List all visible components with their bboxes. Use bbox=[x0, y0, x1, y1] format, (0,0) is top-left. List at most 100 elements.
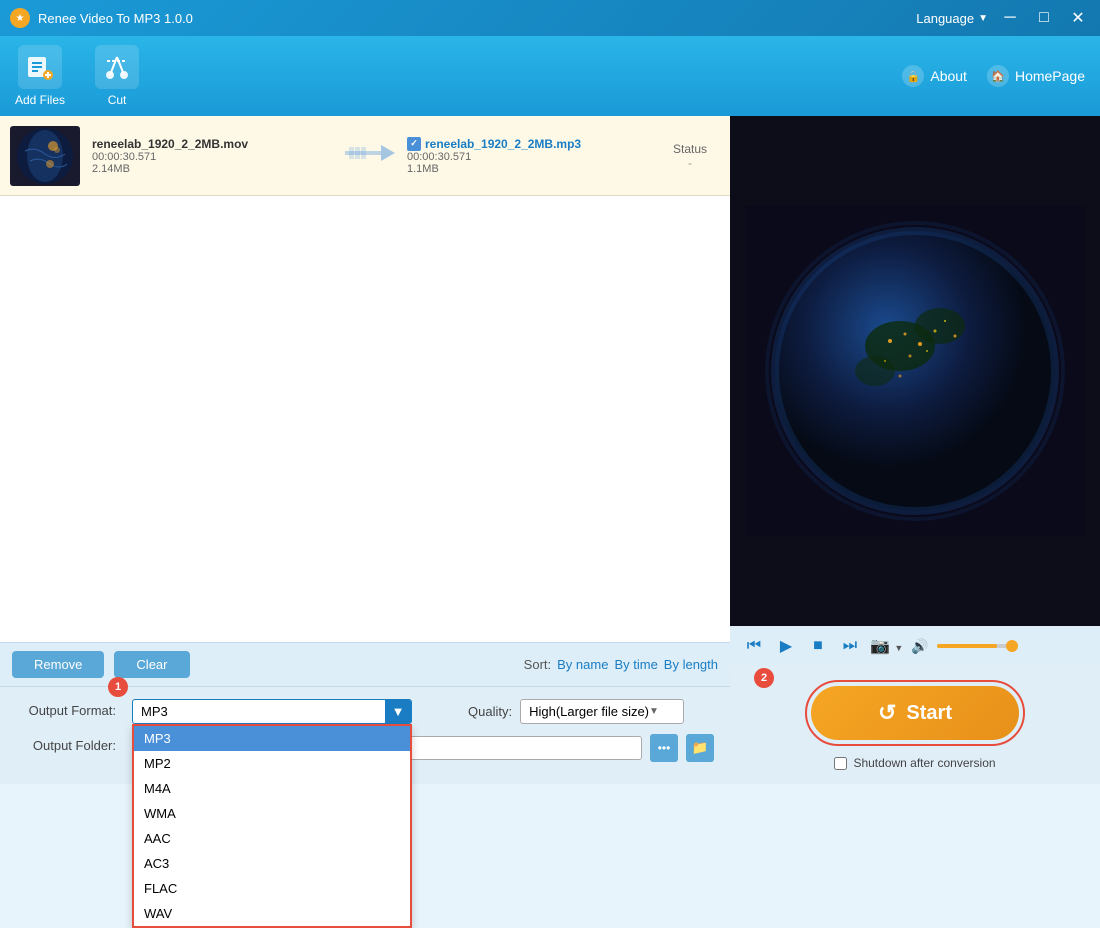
file-info: reneelab_1920_2_2MB.mov 00:00:30.571 2.1… bbox=[92, 137, 333, 175]
add-files-label: Add Files bbox=[15, 93, 65, 107]
shutdown-row: Shutdown after conversion bbox=[834, 756, 995, 770]
source-duration: 00:00:30.571 bbox=[92, 151, 333, 163]
step1-badge: 1 bbox=[108, 677, 128, 697]
dots-icon: ••• bbox=[658, 741, 671, 755]
maximize-button[interactable]: □ bbox=[1032, 6, 1056, 30]
format-option-mp2[interactable]: MP2 bbox=[134, 751, 410, 776]
quality-select[interactable]: High(Larger file size) ▼ bbox=[520, 699, 684, 724]
start-label: Start bbox=[906, 702, 952, 725]
shutdown-label: Shutdown after conversion bbox=[853, 756, 995, 770]
toolbar: Add Files Cut 🔒 About 🏠 HomePage bbox=[0, 36, 1100, 116]
convert-arrow-icon bbox=[345, 141, 395, 171]
output-settings: 1 Output Format: MP3 ▼ MP3 MP2 M4A WMA bbox=[0, 686, 730, 784]
add-files-button[interactable]: Add Files bbox=[15, 45, 65, 107]
format-dropdown-arrow: ▼ bbox=[385, 700, 411, 723]
camera-dropdown-arrow: ▼ bbox=[894, 643, 903, 653]
sort-by-length-link[interactable]: By length bbox=[664, 657, 718, 672]
status-column: Status - bbox=[660, 142, 720, 170]
cut-icon bbox=[95, 45, 139, 89]
screenshot-button[interactable]: 📷 ▼ bbox=[870, 636, 903, 656]
play-button[interactable]: ▶ bbox=[774, 634, 798, 658]
language-button[interactable]: Language ▼ bbox=[916, 11, 988, 26]
media-controls: ⏮ ▶ ■ ⏭ 📷 ▼ 🔊 bbox=[730, 626, 1100, 666]
format-label: Output Format: bbox=[16, 699, 116, 718]
format-option-wma[interactable]: WMA bbox=[134, 801, 410, 826]
about-label: About bbox=[930, 68, 967, 84]
language-label: Language bbox=[916, 11, 974, 26]
shutdown-checkbox[interactable] bbox=[834, 757, 847, 770]
volume-slider[interactable] bbox=[937, 644, 1017, 648]
start-button[interactable]: ↺ Start bbox=[811, 686, 1019, 740]
output-filesize: 1.1MB bbox=[407, 163, 648, 175]
sort-by-time-link[interactable]: By time bbox=[614, 657, 657, 672]
homepage-button[interactable]: 🏠 HomePage bbox=[987, 65, 1085, 87]
source-filename: reneelab_1920_2_2MB.mov bbox=[92, 137, 333, 151]
format-option-ac3[interactable]: AC3 bbox=[134, 851, 410, 876]
status-value: - bbox=[660, 156, 720, 170]
quality-dropdown-arrow: ▼ bbox=[649, 706, 659, 717]
format-option-mp3[interactable]: MP3 bbox=[134, 726, 410, 751]
app-title: Renee Video To MP3 1.0.0 bbox=[38, 11, 193, 26]
format-option-wav[interactable]: WAV bbox=[134, 901, 410, 926]
open-folder-button[interactable]: 📁 bbox=[686, 734, 714, 762]
volume-handle bbox=[1006, 640, 1018, 652]
output-filename: ✓ reneelab_1920_2_2MB.mp3 bbox=[407, 137, 648, 151]
home-icon: 🏠 bbox=[987, 65, 1009, 87]
add-files-icon bbox=[18, 45, 62, 89]
quality-selected-text: High(Larger file size) bbox=[529, 704, 649, 719]
main-area: reneelab_1920_2_2MB.mov 00:00:30.571 2.1… bbox=[0, 116, 1100, 784]
title-right: Language ▼ ─ □ ✕ bbox=[916, 6, 1090, 30]
volume-icon: 🔊 bbox=[911, 638, 928, 655]
right-panel: ⏮ ▶ ■ ⏭ 📷 ▼ 🔊 2 ↺ Start bbox=[730, 116, 1100, 784]
left-panel: reneelab_1920_2_2MB.mov 00:00:30.571 2.1… bbox=[0, 116, 730, 784]
file-thumbnail bbox=[10, 126, 80, 186]
sort-by-name-link[interactable]: By name bbox=[557, 657, 608, 672]
source-filesize: 2.14MB bbox=[92, 163, 333, 175]
right-bottom: 2 ↺ Start Shutdown after conversion bbox=[730, 666, 1100, 784]
status-label: Status bbox=[660, 142, 720, 156]
about-button[interactable]: 🔒 About bbox=[902, 65, 967, 87]
selected-format-text: MP3 bbox=[141, 704, 168, 719]
refresh-icon: ↺ bbox=[878, 700, 896, 726]
clear-button[interactable]: Clear bbox=[114, 651, 189, 678]
folder-icon: 📁 bbox=[692, 740, 709, 756]
format-dropdown-list: MP3 MP2 M4A WMA AAC AC3 FLAC WAV bbox=[132, 724, 412, 928]
minimize-button[interactable]: ─ bbox=[998, 6, 1022, 30]
title-bar: ★ Renee Video To MP3 1.0.0 Language ▼ ─ … bbox=[0, 0, 1100, 36]
format-option-m4a[interactable]: M4A bbox=[134, 776, 410, 801]
start-button-wrapper: 2 ↺ Start bbox=[744, 680, 1086, 746]
format-select-display[interactable]: MP3 ▼ bbox=[132, 699, 412, 724]
format-option-flac[interactable]: FLAC bbox=[134, 876, 410, 901]
output-duration: 00:00:30.571 bbox=[407, 151, 648, 163]
folder-label: Output Folder: bbox=[16, 734, 116, 753]
homepage-label: HomePage bbox=[1015, 68, 1085, 84]
file-list: reneelab_1920_2_2MB.mov 00:00:30.571 2.1… bbox=[0, 116, 730, 642]
earth-preview bbox=[745, 206, 1085, 536]
app-icon: ★ bbox=[10, 8, 30, 28]
close-button[interactable]: ✕ bbox=[1066, 6, 1090, 30]
skip-forward-button[interactable]: ⏭ bbox=[838, 634, 862, 658]
camera-icon: 📷 bbox=[870, 638, 890, 655]
video-preview bbox=[730, 116, 1100, 626]
step2-badge: 2 bbox=[754, 668, 774, 688]
output-info: ✓ reneelab_1920_2_2MB.mp3 00:00:30.571 1… bbox=[407, 137, 648, 175]
browse-button[interactable]: ••• bbox=[650, 734, 678, 762]
quality-label: Quality: bbox=[468, 704, 512, 719]
format-select-wrapper: MP3 ▼ MP3 MP2 M4A WMA AAC AC3 FLAC WAV bbox=[132, 699, 412, 724]
skip-backward-button[interactable]: ⏮ bbox=[742, 634, 766, 658]
cut-label: Cut bbox=[108, 93, 127, 107]
volume-fill bbox=[937, 644, 997, 648]
start-button-border: ↺ Start bbox=[805, 680, 1025, 746]
sort-area: Sort: By name By time By length bbox=[524, 657, 718, 672]
title-left: ★ Renee Video To MP3 1.0.0 bbox=[10, 8, 193, 28]
cut-button[interactable]: Cut bbox=[95, 45, 139, 107]
about-icon: 🔒 bbox=[902, 65, 924, 87]
toolbar-right: 🔒 About 🏠 HomePage bbox=[902, 65, 1085, 87]
stop-button[interactable]: ■ bbox=[806, 634, 830, 658]
quality-wrapper: Quality: High(Larger file size) ▼ bbox=[468, 699, 684, 724]
sort-label: Sort: bbox=[524, 657, 551, 672]
format-option-aac[interactable]: AAC bbox=[134, 826, 410, 851]
format-row: Output Format: MP3 ▼ MP3 MP2 M4A WMA AAC… bbox=[16, 699, 714, 724]
remove-button[interactable]: Remove bbox=[12, 651, 104, 678]
language-dropdown-icon: ▼ bbox=[978, 13, 988, 24]
